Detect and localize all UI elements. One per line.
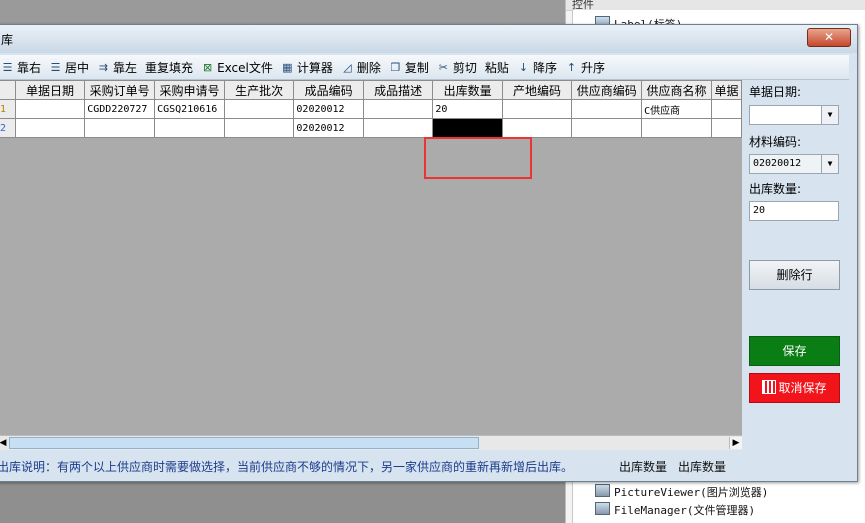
column-header[interactable]: 供应商编码	[571, 80, 643, 100]
column-header[interactable]: 单据	[710, 80, 743, 100]
table-cell[interactable]	[84, 118, 156, 138]
picture-viewer-icon	[595, 484, 610, 497]
delete-button[interactable]: ◿ 删除	[337, 57, 385, 77]
chevron-down-icon[interactable]: ▼	[821, 106, 838, 124]
row-number-header	[0, 80, 16, 100]
calendar-icon	[762, 380, 777, 394]
toolbar: ☰ 靠右 ☰ 居中 ⇉ 靠左 重复填充 ⊠ Excel文件 ▦ 计算器 ◿ 删除 ❐ 复制 ✂…	[0, 55, 849, 80]
column-header[interactable]: 出库数量	[432, 80, 503, 100]
align-left-icon: ⇉	[98, 60, 109, 74]
date-picker[interactable]: ▼	[749, 105, 839, 125]
qty-input[interactable]: 20	[749, 201, 839, 221]
table-cell[interactable]	[154, 118, 225, 138]
outbound-note: 出库说明：有两个以上供应商时需要做选择，当前供应商不够的情况下，另一家供应商的重…	[0, 460, 574, 474]
table-cell[interactable]	[501, 118, 573, 138]
table-cell[interactable]: CGSQ210616	[154, 99, 225, 119]
table-cell[interactable]: C供应商	[641, 99, 712, 119]
column-header[interactable]: 产地编码	[501, 80, 573, 100]
footer-qty-label: 出库数量	[619, 460, 668, 474]
align-center-icon: ☰	[50, 60, 61, 74]
table-cell[interactable]	[362, 99, 434, 119]
qty-label: 出库数量:	[749, 182, 802, 196]
horizontal-scrollbar[interactable]: ◀ ▶	[0, 435, 742, 450]
data-grid: 单据日期 采购订单号 采购申请号 生产批次 成品编码 成品描述 出库数量 产地编…	[0, 80, 743, 138]
table-cell[interactable]	[223, 99, 295, 119]
chevron-down-icon[interactable]: ▼	[821, 155, 838, 173]
scrollbar-thumb[interactable]	[9, 437, 479, 449]
table-row[interactable]: 1 CGDD220727 CGSQ210616 02020012 20 C供应商	[0, 99, 743, 119]
column-header[interactable]: 采购订单号	[84, 80, 156, 100]
material-label: 材料编码:	[749, 135, 802, 149]
column-header[interactable]: 成品描述	[362, 80, 434, 100]
save-button[interactable]: 保存	[749, 336, 840, 366]
calculator-button[interactable]: ▦ 计算器	[277, 57, 337, 77]
sort-asc-icon: ↑	[566, 60, 577, 74]
table-cell[interactable]	[641, 118, 712, 138]
table-cell[interactable]	[14, 118, 86, 138]
align-right-button[interactable]: ☰ 靠右	[0, 57, 45, 77]
scroll-left-icon[interactable]: ◀	[0, 437, 9, 449]
copy-button[interactable]: ❐ 复制	[385, 57, 433, 77]
table-cell[interactable]	[571, 118, 643, 138]
table-cell[interactable]: 02020012	[293, 118, 364, 138]
grid-header-row: 单据日期 采购订单号 采购申请号 生产批次 成品编码 成品描述 出库数量 产地编…	[0, 80, 743, 100]
row-number: 2	[0, 118, 16, 138]
highlight-annotation-box	[424, 137, 532, 179]
copy-icon: ❐	[390, 60, 401, 74]
cancel-save-button[interactable]: 取消保存	[749, 373, 840, 403]
column-header[interactable]: 单据日期	[14, 80, 86, 100]
table-cell[interactable]: 20	[432, 99, 503, 119]
sort-asc-button[interactable]: ↑ 升序	[561, 57, 609, 77]
table-cell[interactable]	[14, 99, 86, 119]
table-cell[interactable]	[710, 99, 743, 119]
file-manager-icon	[595, 502, 610, 515]
sort-desc-icon: ↓	[518, 60, 529, 74]
excel-icon: ⊠	[202, 60, 213, 74]
scroll-right-icon[interactable]: ▶	[729, 437, 742, 449]
align-left-button[interactable]: ⇉ 靠左	[93, 57, 141, 77]
row-number: 1	[0, 99, 16, 119]
data-grid-area: 单据日期 采购订单号 采购申请号 生产批次 成品编码 成品描述 出库数量 产地编…	[0, 80, 743, 436]
align-center-button[interactable]: ☰ 居中	[45, 57, 93, 77]
scissors-icon: ✂	[438, 60, 449, 74]
ide-background-top	[0, 0, 565, 26]
paste-button[interactable]: 粘贴	[481, 57, 513, 77]
column-header[interactable]: 成品编码	[293, 80, 364, 100]
table-cell[interactable]: 02020012	[293, 99, 364, 119]
table-cell[interactable]	[501, 99, 573, 119]
column-header[interactable]: 生产批次	[223, 80, 295, 100]
close-button[interactable]: ✕	[807, 28, 851, 47]
dialog-titlebar[interactable]: 库 ✕	[0, 25, 857, 53]
excel-file-button[interactable]: ⊠ Excel文件	[197, 57, 277, 77]
table-cell[interactable]	[362, 118, 434, 138]
eraser-icon: ◿	[343, 60, 352, 74]
footer-qty-value: 出库数量	[678, 460, 727, 474]
table-cell[interactable]: CGDD220727	[84, 99, 156, 119]
sort-desc-button[interactable]: ↓ 降序	[513, 57, 561, 77]
table-cell[interactable]	[571, 99, 643, 119]
date-label: 单据日期:	[749, 85, 802, 99]
table-cell[interactable]	[710, 118, 743, 138]
material-code-select[interactable]: 02020012 ▼	[749, 154, 839, 174]
tree-item-file-manager[interactable]: FileManager(文件管理器)	[595, 502, 755, 518]
align-right-icon: ☰	[2, 60, 13, 74]
column-header[interactable]: 供应商名称	[641, 80, 712, 100]
active-edit-cell[interactable]	[432, 118, 503, 138]
dialog-title: 库	[1, 33, 14, 47]
outbound-dialog: 库 ✕ ☰ 靠右 ☰ 居中 ⇉ 靠左 重复填充 ⊠ Excel文件 ▦ 计算器 ◿ 删除 ❐…	[0, 24, 858, 482]
table-cell[interactable]	[223, 118, 295, 138]
calculator-icon: ▦	[282, 60, 293, 74]
delete-row-button[interactable]: 删除行	[749, 260, 840, 290]
column-header[interactable]: 采购申请号	[154, 80, 225, 100]
tree-item-picture-viewer[interactable]: PictureViewer(图片浏览器)	[595, 484, 768, 500]
table-row[interactable]: 2 02020012	[0, 118, 743, 138]
repeat-fill-button[interactable]: 重复填充	[141, 57, 197, 77]
cut-button[interactable]: ✂ 剪切	[433, 57, 481, 77]
